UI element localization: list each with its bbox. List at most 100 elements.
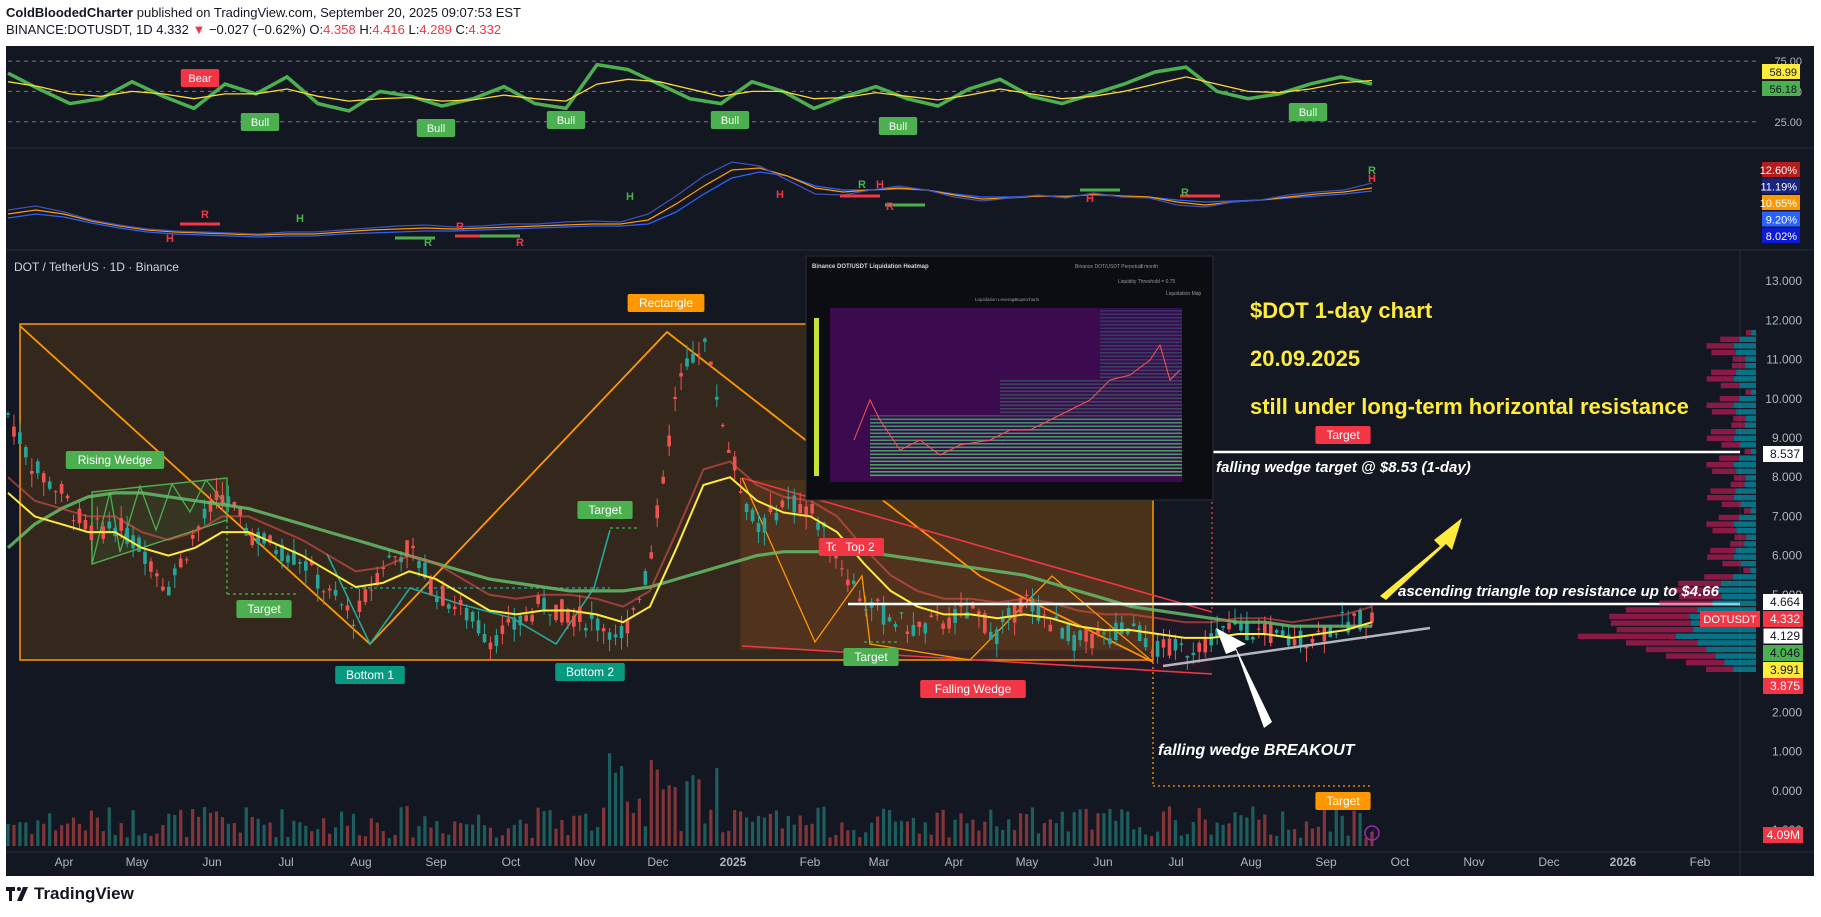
volume-profile-sell [1706,343,1734,349]
volume-bar [101,831,105,846]
volume-bar [631,813,636,846]
candle-body [935,614,939,616]
candle-body [12,426,16,437]
candle-body [846,579,850,586]
candle-body [1179,643,1184,645]
inset-legend-item: Liquidation Leverage [975,297,1017,302]
tradingview-footer[interactable]: TradingView [6,884,134,904]
candle-body [709,361,713,365]
y-tick-label: 12.000 [1765,313,1802,327]
volume-bar [447,834,451,846]
volume-bar [232,823,236,846]
volume-bar [363,836,367,846]
volume-bar [917,833,921,846]
volume-bar [1161,811,1166,846]
candle-body [24,447,28,458]
candle-body [703,338,707,342]
liquidation-heatmap-inset: Binance DOT/USDT Liquidation Heatmap Bina… [805,255,1214,501]
volume-bar [1334,808,1338,846]
candle-body [274,550,278,554]
volume-bar [143,833,147,846]
volume-bar [1013,830,1017,846]
candle-body [953,608,957,624]
volume-bar [280,809,284,846]
volume-profile-buy [1736,409,1756,415]
candle-body [798,504,802,514]
candle-body [810,504,814,514]
heatmap-band [870,436,1182,438]
rsi-divergence-label: Bull [889,121,907,133]
author-name[interactable]: ColdBloodedCharter [6,5,133,20]
volume-bar [1078,809,1082,846]
heatmap-band [1100,310,1182,312]
volume-profile-sell [1706,666,1734,672]
lightning-glyph: ⚡ [1368,829,1375,840]
volume-bar [423,816,427,846]
volume-profile-buy [1736,528,1756,534]
volume-bar [292,820,296,846]
inset-control: 1 month [1140,264,1158,270]
candle-body [1191,652,1196,656]
volume-bar [1185,833,1189,846]
volume-bar [453,821,457,846]
volume-bar [661,789,665,846]
candle-body [1209,633,1213,646]
candle-body [548,614,552,616]
heatmap-band [1100,355,1182,358]
volume-bar [65,823,70,846]
volume-profile-sell [1719,455,1740,461]
volume-bar [77,823,82,846]
volume-bar [1108,808,1112,846]
candle-body [315,574,320,589]
price-badge: 3.991 [1770,663,1800,677]
candle-body [601,628,606,632]
candle-body [851,580,856,584]
volume-bar [405,806,409,846]
volume-bar [667,785,671,846]
annotation-breakout: falling wedge BREAKOUT [1158,742,1356,759]
volume-bar [1132,829,1136,846]
candle-body [1078,630,1082,641]
volume-profile-sell [1720,382,1741,389]
volume-bar [1030,807,1035,846]
vol-mark: H [296,213,304,225]
volume-bar [905,821,910,846]
candle-body [357,600,362,612]
vol-badge: 9.20% [1766,215,1797,227]
symbol-badge: DOTUSDT [1703,614,1756,626]
y-tick-label: 1.000 [1772,745,1802,759]
volume-bar [709,809,713,846]
candle-body [464,607,469,621]
candle-body [339,604,344,606]
volume-bar [1263,814,1267,846]
volume-bar [941,809,945,846]
volume-bar [804,825,808,846]
candle-body [1352,613,1356,616]
volume-bar [1060,811,1064,846]
volume-bar [691,775,695,846]
volume-bar [911,817,915,846]
volume-profile-buy [1733,666,1756,672]
volume-bar [83,830,88,846]
tradingview-chart[interactable]: 75.0050.0025.00BearBullBullBullBullBullB… [0,0,1821,912]
volume-bar [476,814,481,846]
volume-profile-buy [1712,600,1756,606]
volume-bar [625,801,630,846]
volume-bar [762,817,767,846]
volume-bar [596,827,600,846]
volume-profile-sell [1733,415,1746,422]
y-tick-label: 2.000 [1772,705,1802,719]
heatmap-band [1100,359,1182,361]
price-badge: 4.129 [1770,629,1800,643]
volume-profile-buy [1744,481,1756,488]
candle-body [1292,639,1297,646]
volume-bar [977,830,981,846]
volume-bar [1084,808,1088,846]
volume-bar [1102,813,1106,846]
volume-profile-buy [1736,468,1756,474]
volume-bar [328,833,332,846]
volume-bar [965,823,969,846]
candle-body [1096,629,1100,634]
volume-bar [1054,823,1058,846]
heatmap-band [1100,345,1182,347]
